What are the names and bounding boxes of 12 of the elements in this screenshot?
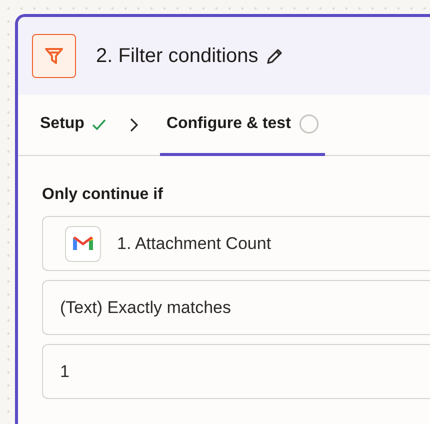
step-tab[interactable]: Configure & test <box>160 95 325 156</box>
value-field[interactable]: 1 <box>42 344 430 399</box>
field-value: 1. Attachment Count <box>117 234 272 254</box>
step-title: 2. Filter conditions <box>96 44 258 68</box>
filter-icon <box>32 34 76 78</box>
step-tab[interactable]: Setup <box>36 95 110 156</box>
section-heading: Only continue if <box>42 186 164 204</box>
mail-icon <box>65 226 101 262</box>
pencil-icon[interactable] <box>266 47 284 65</box>
condition-select[interactable]: (Text) Exactly matches <box>42 280 430 335</box>
chevron-icon <box>130 118 138 132</box>
field-select[interactable]: 1. Attachment Count <box>42 216 430 271</box>
